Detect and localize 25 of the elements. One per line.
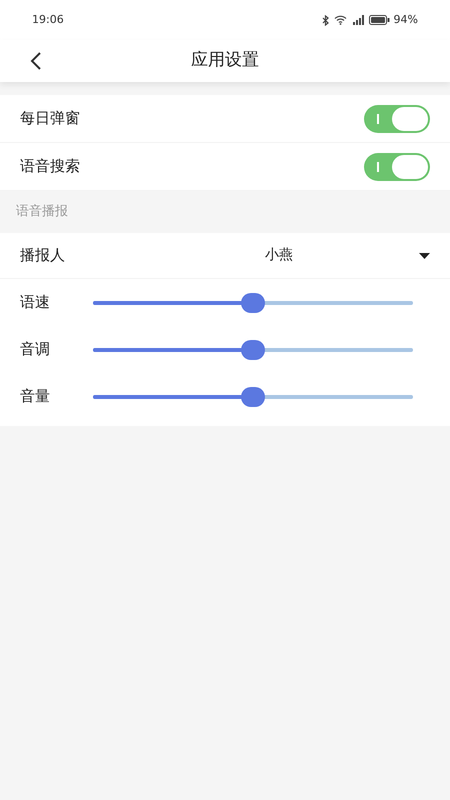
page-title: 应用设置	[191, 49, 259, 72]
wifi-icon	[334, 15, 347, 25]
speaker-label: 播报人	[20, 245, 66, 266]
slider-thumb[interactable]	[241, 292, 265, 312]
slider[interactable]	[93, 340, 413, 360]
slider-label: 音量	[20, 386, 51, 408]
dropdown-row[interactable]: 播报人 小燕	[0, 233, 450, 279]
status-time: 19:06	[32, 12, 64, 28]
slider-label: 音调	[20, 339, 51, 360]
slider[interactable]	[93, 386, 413, 406]
battery-icon	[368, 15, 390, 25]
section-title: 语音播报	[16, 203, 68, 222]
bluetooth-icon	[322, 14, 330, 26]
slider-thumb[interactable]	[241, 340, 265, 360]
slider-thumb[interactable]	[241, 386, 265, 406]
toggle-switch[interactable]	[364, 104, 430, 132]
setting-label: 语音搜索	[20, 156, 80, 178]
setting-label: 每日弹窗	[20, 108, 80, 130]
signal-icon	[350, 15, 365, 25]
slider[interactable]	[93, 292, 413, 312]
toggle-switch[interactable]	[364, 152, 430, 180]
dropdown-caret-icon	[419, 252, 430, 258]
battery-percent: 94%	[394, 12, 418, 28]
speaker-value: 小燕	[265, 246, 293, 265]
slider-label: 语速	[20, 292, 51, 314]
